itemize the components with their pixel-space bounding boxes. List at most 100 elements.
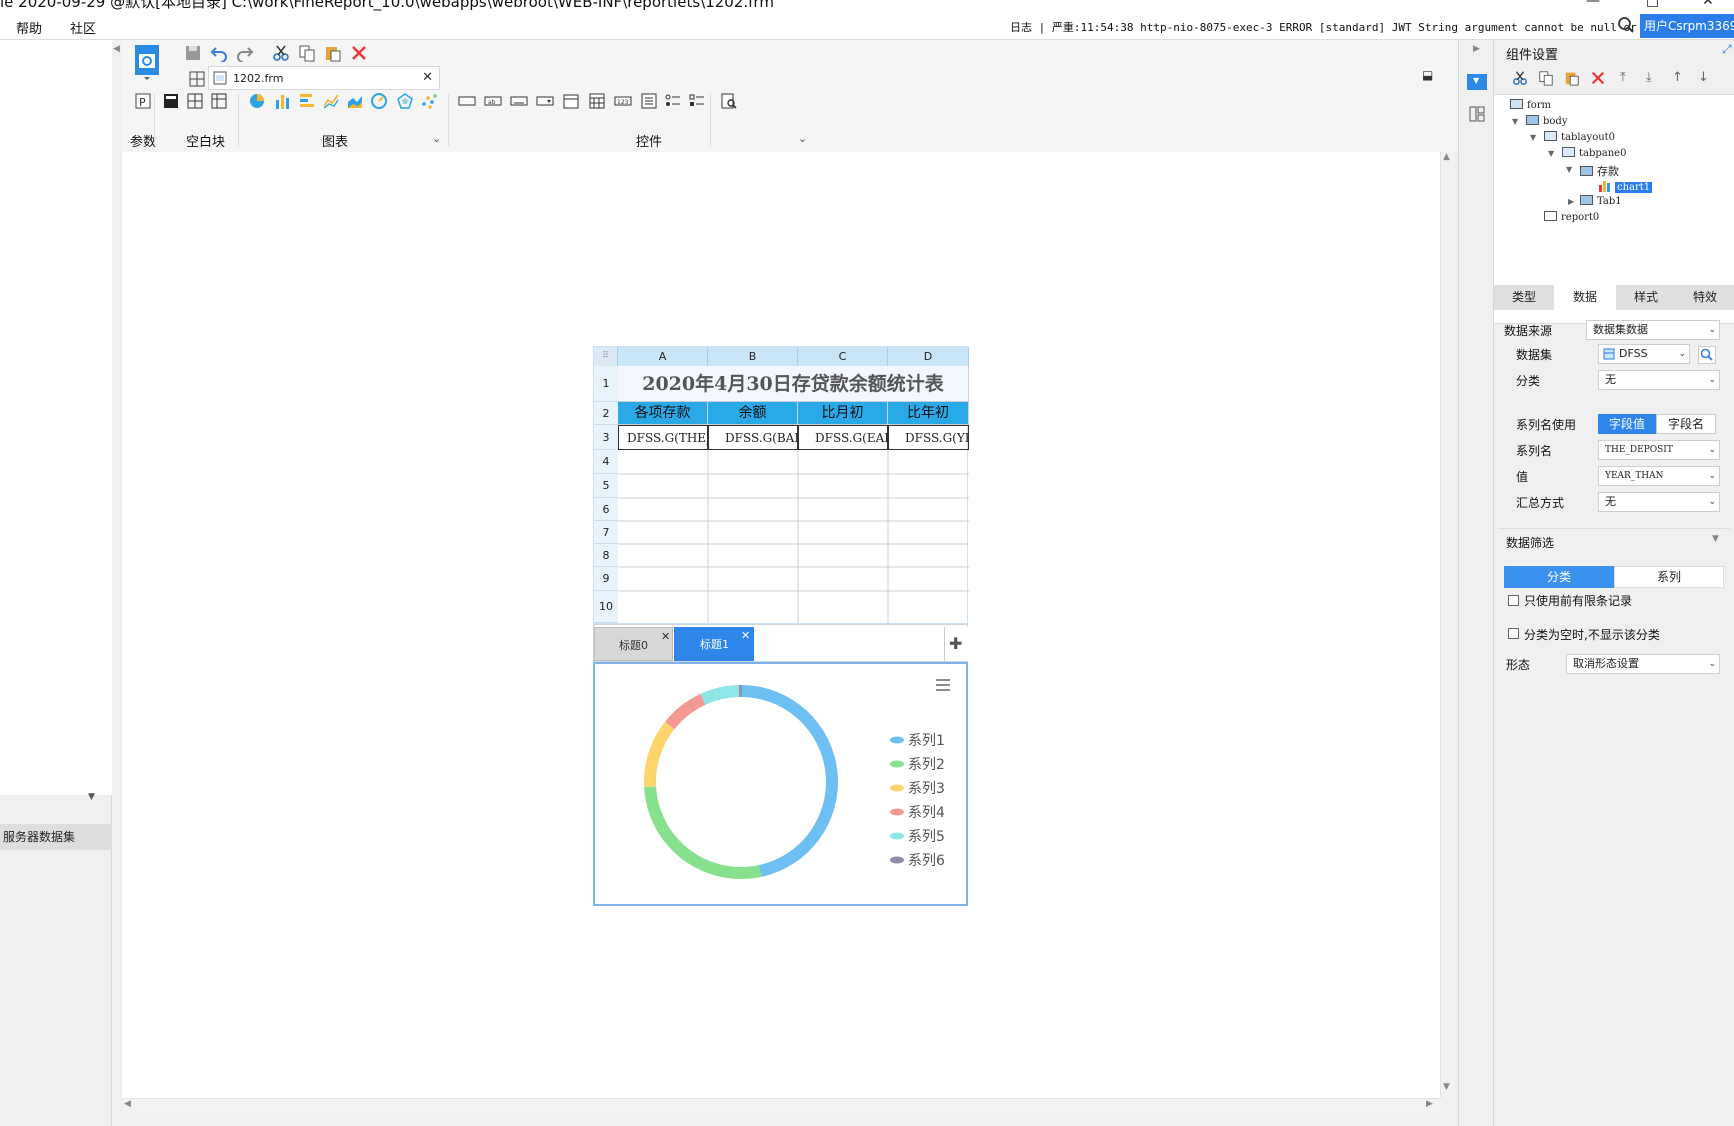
row-header[interactable]: 8: [594, 544, 618, 567]
legend-label-1[interactable]: 系列1: [908, 733, 945, 749]
legend-label-5[interactable]: 系列5: [908, 829, 945, 845]
cut-icon[interactable]: [272, 44, 290, 62]
table-layout-icon[interactable]: [210, 92, 228, 110]
legend-marker-6[interactable]: [890, 856, 904, 864]
expand-arrow-icon[interactable]: ▼: [1512, 117, 1518, 126]
close-tab0-icon[interactable]: ✕: [661, 630, 670, 643]
tree-node-form[interactable]: form: [1510, 99, 1551, 111]
tree-copy-icon[interactable]: [1538, 70, 1554, 86]
report-block[interactable]: ⠿ A B C D 1 2 3 4 5 6 7 8 9 10 2020年4月30…: [593, 346, 969, 624]
widget-library-icon[interactable]: [134, 44, 160, 80]
filter-tab-series[interactable]: 系列: [1614, 566, 1724, 588]
tree-node-tablayout[interactable]: tablayout0: [1544, 131, 1615, 143]
filter-tab-category[interactable]: 分类: [1504, 566, 1614, 588]
menu-community[interactable]: 社区: [70, 18, 96, 37]
dataset-select[interactable]: DFSS ⌄: [1598, 344, 1690, 364]
series-name-select[interactable]: THE_DEPOSIT ⌄: [1598, 440, 1720, 460]
blank-block-icon[interactable]: [162, 92, 180, 110]
move-down-icon[interactable]: ↓: [1698, 70, 1709, 85]
checkbox-group-widget-icon[interactable]: [688, 92, 706, 110]
value-select[interactable]: YEAR_THAN ⌄: [1598, 466, 1720, 486]
textbox-widget-icon[interactable]: ab: [484, 92, 502, 110]
minimize-icon[interactable]: —: [1586, 0, 1600, 9]
move-up-icon[interactable]: ↑: [1672, 70, 1683, 85]
legend-label-3[interactable]: 系列3: [908, 781, 945, 797]
redo-icon[interactable]: [236, 44, 254, 62]
header-cell[interactable]: 比年初: [888, 402, 969, 425]
delete-icon[interactable]: [350, 44, 368, 62]
legend-label-4[interactable]: 系列4: [908, 805, 945, 821]
tree-delete-icon[interactable]: [1590, 70, 1606, 86]
radio-group-widget-icon[interactable]: [664, 92, 682, 110]
tab-title1[interactable]: 标题1 ✕: [674, 627, 754, 661]
report-title-cell[interactable]: 2020年4月30日存贷款余额统计表: [618, 366, 969, 402]
limit-records-checkbox[interactable]: [1508, 595, 1519, 606]
legend-label-6[interactable]: 系列6: [908, 853, 945, 869]
tree-node-tabpane[interactable]: tabpane0: [1562, 147, 1626, 159]
menu-help[interactable]: 帮助: [16, 18, 42, 37]
scatter-chart-icon[interactable]: [420, 92, 438, 110]
widget-expand-chevron-icon[interactable]: ⌄: [798, 132, 807, 145]
donut-slice-2[interactable]: [644, 786, 762, 879]
column-header-b[interactable]: B: [708, 347, 798, 366]
tree-node-deposit[interactable]: 存款: [1580, 163, 1619, 179]
formula-cell[interactable]: DFSS.G(BALANCE): [708, 425, 798, 450]
row-header[interactable]: 10: [594, 591, 618, 623]
dataset-search-icon[interactable]: [1698, 346, 1716, 364]
select-all-corner[interactable]: ⠿: [594, 347, 618, 366]
donut-slice-5[interactable]: [700, 685, 740, 705]
column-header-d[interactable]: D: [888, 347, 969, 366]
tree-cut-icon[interactable]: [1512, 70, 1528, 86]
layout-panel-icon[interactable]: [1469, 106, 1485, 122]
row-header[interactable]: 6: [594, 498, 618, 521]
expand-arrow-icon[interactable]: ▼: [1548, 149, 1554, 158]
copy-icon[interactable]: [298, 44, 316, 62]
row-header[interactable]: 7: [594, 521, 618, 544]
donut-chart[interactable]: 系列1 系列2 系列3 系列4 系列5 系列6: [593, 662, 968, 906]
header-cell[interactable]: 余额: [708, 402, 798, 425]
hide-empty-category-checkbox[interactable]: [1508, 628, 1519, 639]
expand-arrow-icon[interactable]: ▼: [1566, 165, 1572, 174]
donut-slice-1[interactable]: [741, 685, 838, 877]
legend-marker-4[interactable]: [890, 808, 904, 816]
pin-icon[interactable]: ⬓: [1422, 68, 1433, 82]
tree-node-chart[interactable]: chart1: [1598, 179, 1653, 193]
legend-marker-5[interactable]: [890, 832, 904, 840]
data-source-select[interactable]: 数据集数据 ⌄: [1586, 320, 1720, 340]
tab-effect[interactable]: 特效: [1676, 285, 1734, 310]
log-message[interactable]: 日志 | 严重:11:54:38 http-nio-8075-exec-3 ER…: [1010, 19, 1663, 35]
vertical-scrollbar[interactable]: ▲ ▼: [1440, 152, 1454, 1098]
save-icon[interactable]: [184, 44, 202, 62]
bar-chart-icon[interactable]: [274, 92, 292, 110]
category-select[interactable]: 无 ⌄: [1598, 370, 1720, 390]
split-layout-icon[interactable]: [186, 92, 204, 110]
shape-select[interactable]: 取消形态设置 ⌄: [1566, 654, 1720, 674]
series-name-use-field-value-button[interactable]: 字段值: [1598, 414, 1656, 434]
expand-right-icon[interactable]: ▶: [1473, 44, 1480, 54]
search-icon[interactable]: [1617, 16, 1635, 34]
row-header[interactable]: 2: [594, 402, 618, 425]
tree-node-report[interactable]: report0: [1544, 211, 1599, 223]
component-settings-icon[interactable]: ▼: [1467, 74, 1487, 90]
tree-paste-icon[interactable]: [1564, 70, 1580, 86]
horizontal-scrollbar[interactable]: ◀ ▶: [122, 1098, 1440, 1112]
row-header[interactable]: 1: [594, 366, 618, 402]
summary-select[interactable]: 无 ⌄: [1598, 492, 1720, 512]
scroll-left-icon[interactable]: ◀: [124, 1099, 131, 1109]
pie-chart-icon[interactable]: [248, 92, 266, 110]
legend-marker-1[interactable]: [890, 736, 904, 744]
collapse-left-icon[interactable]: ◀: [113, 44, 120, 54]
line-chart-icon[interactable]: [322, 92, 340, 110]
row-header[interactable]: 5: [594, 474, 618, 498]
number-widget-icon[interactable]: 123: [614, 92, 632, 110]
chart-expand-chevron-icon[interactable]: ⌄: [432, 132, 441, 145]
preview-search-icon[interactable]: [720, 92, 738, 110]
formula-cell[interactable]: DFSS.G(THE_DEPOSIT): [618, 425, 708, 450]
column-header-c[interactable]: C: [798, 347, 888, 366]
tree-node-body[interactable]: body: [1526, 115, 1567, 127]
collapse-down-icon[interactable]: ▼: [88, 792, 95, 802]
combobox-widget-icon[interactable]: [536, 92, 554, 110]
server-dataset-tab[interactable]: 服务器数据集: [0, 824, 112, 850]
horizontal-bar-chart-icon[interactable]: [298, 92, 316, 110]
maximize-icon[interactable]: □: [1646, 0, 1659, 9]
